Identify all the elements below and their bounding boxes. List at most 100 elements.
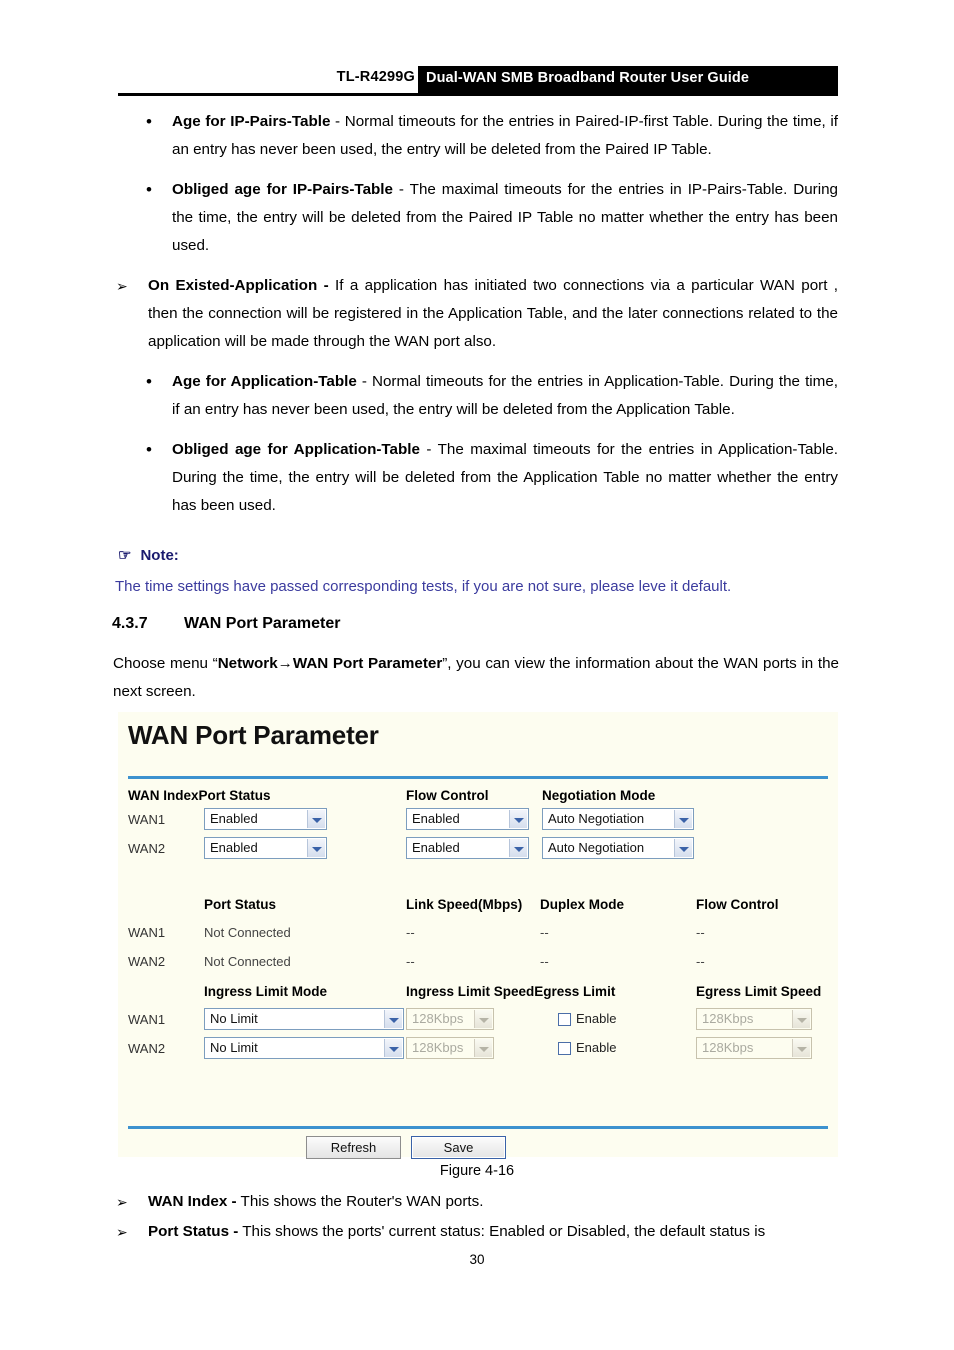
list-item-text: This shows the Router's WAN ports. [236, 1193, 484, 1210]
port-status-value-row-wan1: Not Connected [204, 925, 291, 940]
page-header: TL-R4299G Dual-WAN SMB Broadband Router … [118, 66, 838, 94]
bullet-dot-icon: • [146, 440, 152, 459]
ui-row-label-wan1-limits: WAN1 [128, 1012, 166, 1027]
port-status-value-wan2: Enabled [210, 840, 258, 855]
note-body: The time settings have passed correspond… [115, 578, 732, 595]
list-item: • Obliged age for IP-Pairs-Table - The m… [146, 176, 838, 260]
ui-col-header-egress-limit-speed: Egress Limit Speed [696, 984, 822, 999]
list-item: ➢ On Existed-Application - If a applicat… [116, 272, 838, 356]
negotiation-mode-select-wan1[interactable]: Auto Negotiation [542, 808, 694, 830]
ingress-limit-speed-value-wan2: 128Kbps [412, 1040, 464, 1055]
chevron-down-icon[interactable] [474, 1039, 492, 1057]
chevron-down-icon[interactable] [509, 810, 527, 828]
negotiation-mode-value-wan1: Auto Negotiation [548, 811, 645, 826]
link-speed-value-wan1: -- [406, 925, 415, 940]
ui-row-label-wan2-limits: WAN2 [128, 1041, 166, 1056]
ui-col-header-flow-control: Flow Control [406, 788, 489, 803]
negotiation-mode-value-wan2: Auto Negotiation [548, 840, 645, 855]
section-title: WAN Port Parameter [184, 615, 341, 632]
header-title: Dual-WAN SMB Broadband Router User Guide [426, 70, 750, 86]
footer-list: ➢ WAN Index - This shows the Router's WA… [0, 1188, 954, 1246]
section-heading: 4.3.7 WAN Port Parameter [112, 615, 341, 633]
refresh-button[interactable]: Refresh [306, 1136, 401, 1159]
flow-control-select-wan1[interactable]: Enabled [406, 808, 529, 830]
ui-row-label-wan2-status: WAN2 [128, 954, 166, 969]
list-item-term: Obliged age for Application-Table [172, 441, 420, 458]
chevron-down-icon[interactable] [674, 839, 692, 857]
ui-col-header-negotiation-mode: Negotiation Mode [542, 788, 656, 803]
egress-limit-checkbox-label-wan1: Enable [576, 1011, 617, 1026]
list-item-term: On Existed-Application - [148, 277, 329, 294]
router-ui-panel: WAN Port Parameter WAN IndexPort Status … [118, 712, 838, 1159]
ui-row-label-wan1-status: WAN1 [128, 925, 166, 940]
section-intro: Choose menu “Network→WAN Port Parameter”… [113, 650, 839, 706]
ui-col-header-ingress-limit-mode: Ingress Limit Mode [204, 984, 328, 999]
chevron-down-icon[interactable] [307, 810, 325, 828]
bullet-dot-icon: • [146, 372, 152, 391]
bullet-dot-icon: • [146, 112, 152, 131]
chevron-down-icon[interactable] [384, 1039, 402, 1057]
egress-limit-checkbox-wan2[interactable] [558, 1042, 571, 1055]
port-status-select-wan1[interactable]: Enabled [204, 808, 327, 830]
flow-control-value-wan1: Enabled [412, 811, 460, 826]
section-number: 4.3.7 [112, 615, 148, 632]
bullet-dot-icon: • [146, 180, 152, 199]
save-button[interactable]: Save [411, 1136, 506, 1159]
ingress-limit-mode-value-wan1: No Limit [210, 1011, 258, 1026]
flow-control-select-wan2[interactable]: Enabled [406, 837, 529, 859]
egress-limit-speed-value-wan1: 128Kbps [702, 1011, 754, 1026]
header-title-box: Dual-WAN SMB Broadband Router User Guide [418, 66, 838, 93]
list-item: ➢ WAN Index - This shows the Router's WA… [116, 1188, 838, 1216]
egress-limit-speed-value-wan2: 128Kbps [702, 1040, 754, 1055]
header-rule [118, 93, 838, 96]
chevron-down-icon[interactable] [307, 839, 325, 857]
chevron-down-icon[interactable] [474, 1010, 492, 1028]
ui-row-label-wan1: WAN1 [128, 812, 166, 827]
ingress-limit-mode-select-wan2[interactable]: No Limit [204, 1037, 404, 1059]
ui-page-title: WAN Port Parameter [128, 720, 379, 750]
port-status-select-wan2[interactable]: Enabled [204, 837, 327, 859]
egress-limit-speed-select-wan2[interactable]: 128Kbps [696, 1037, 812, 1059]
list-item: ➢ Port Status - This shows the ports' cu… [116, 1218, 838, 1246]
ui-col-header-link-speed: Link Speed(Mbps) [406, 897, 523, 912]
chevron-down-icon[interactable] [384, 1010, 402, 1028]
bullet-arrow-icon: ➢ [116, 278, 128, 294]
page-number: 30 [469, 1252, 485, 1267]
duplex-mode-value-wan1: -- [540, 925, 549, 940]
egress-limit-speed-select-wan1[interactable]: 128Kbps [696, 1008, 812, 1030]
chevron-down-icon[interactable] [509, 839, 527, 857]
duplex-mode-value-wan2: -- [540, 954, 549, 969]
chevron-down-icon[interactable] [674, 810, 692, 828]
flow-control-value-row-wan1: -- [696, 925, 705, 940]
ingress-limit-speed-select-wan1[interactable]: 128Kbps [406, 1008, 494, 1030]
list-item: • Obliged age for Application-Table - Th… [146, 436, 838, 520]
list-item: • Age for Application-Table - Normal tim… [146, 368, 838, 424]
list-item-term: Age for Application-Table [172, 373, 357, 390]
link-speed-value-wan2: -- [406, 954, 415, 969]
list-item-term: Port Status - [148, 1223, 239, 1240]
ui-divider-top [128, 776, 828, 779]
chevron-down-icon[interactable] [792, 1010, 810, 1028]
list-item: • Age for IP-Pairs-Table - Normal timeou… [146, 108, 838, 164]
ui-col-header-port-status: Port Status [204, 897, 277, 912]
flow-control-value-wan2: Enabled [412, 840, 460, 855]
intro-pre: Choose menu “ [113, 655, 218, 672]
egress-limit-checkbox-wan1[interactable] [558, 1013, 571, 1026]
bullet-arrow-icon: ➢ [116, 1224, 128, 1240]
ui-divider-bottom [128, 1126, 828, 1129]
ingress-limit-speed-value-wan1: 128Kbps [412, 1011, 464, 1026]
port-status-value-wan1: Enabled [210, 811, 258, 826]
ui-row-label-wan2: WAN2 [128, 841, 166, 856]
document-body: • Age for IP-Pairs-Table - Normal timeou… [0, 104, 954, 520]
negotiation-mode-select-wan2[interactable]: Auto Negotiation [542, 837, 694, 859]
ingress-limit-speed-select-wan2[interactable]: 128Kbps [406, 1037, 494, 1059]
ui-col-header-wan-index-port-status: WAN IndexPort Status [128, 788, 271, 803]
pointing-hand-icon: ☞ [118, 547, 132, 564]
list-item-term: Obliged age for IP-Pairs-Table [172, 181, 393, 198]
list-item-term: Age for IP-Pairs-Table [172, 113, 331, 130]
list-item-text: This shows the ports' current status: En… [238, 1223, 766, 1240]
chevron-down-icon[interactable] [792, 1039, 810, 1057]
ingress-limit-mode-select-wan1[interactable]: No Limit [204, 1008, 404, 1030]
figure-caption: Figure 4-16 [439, 1163, 515, 1179]
flow-control-value-row-wan2: -- [696, 954, 705, 969]
